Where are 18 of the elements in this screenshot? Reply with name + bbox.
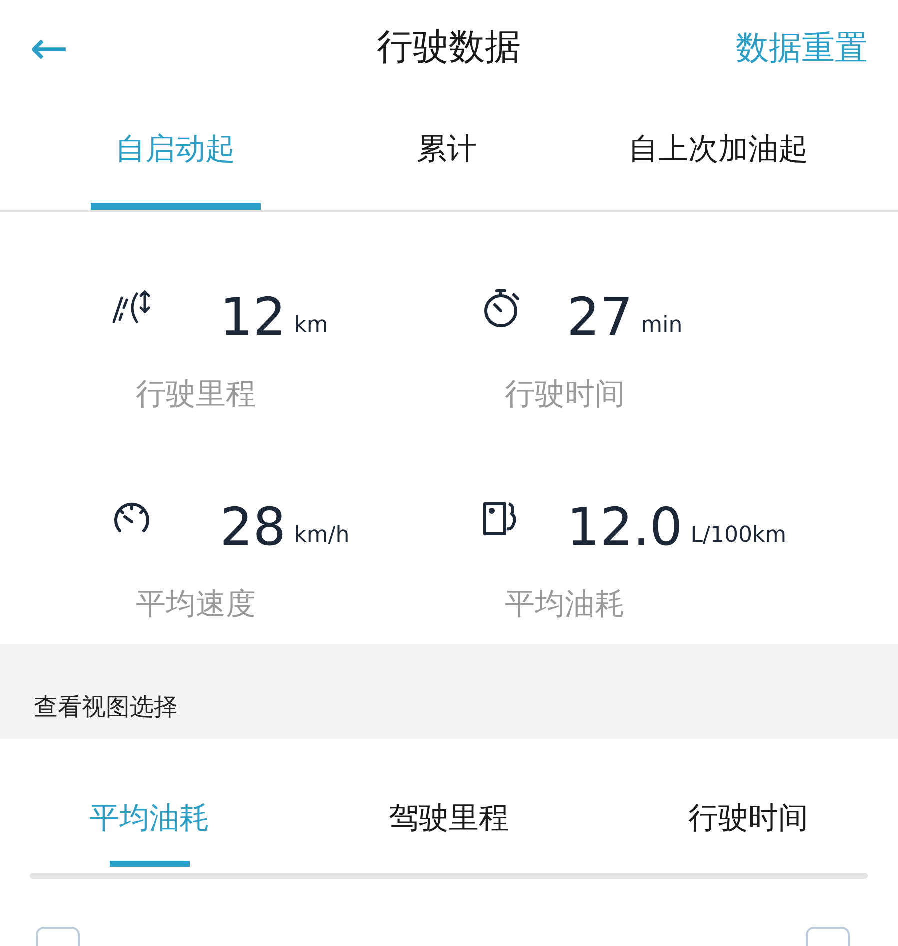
stat-label: 平均油耗 bbox=[504, 586, 626, 624]
stat-unit: L/100km bbox=[690, 522, 787, 550]
stat-value: 28 bbox=[220, 502, 286, 554]
section-title: 查看视图选择 bbox=[34, 692, 178, 722]
tab[interactable]: 累计 bbox=[416, 95, 477, 210]
stat-label: 平均速度 bbox=[135, 586, 257, 624]
stat-label: 行驶里程 bbox=[135, 376, 257, 414]
tab[interactable]: 自上次加油起 bbox=[628, 95, 808, 210]
stat-unit: min bbox=[641, 312, 683, 340]
stat-unit: km/h bbox=[294, 522, 350, 550]
page-title: 行驶数据 bbox=[377, 26, 521, 70]
stat-value: 27 bbox=[567, 292, 634, 344]
view-tab[interactable]: 驾驶里程 bbox=[388, 761, 509, 867]
view-tab[interactable]: 行驶时间 bbox=[688, 761, 808, 867]
stat-label: 行驶时间 bbox=[504, 376, 626, 414]
stat-value: 12 bbox=[220, 292, 286, 344]
stat-value: 12.0 bbox=[567, 502, 683, 554]
stat-unit: km bbox=[294, 312, 328, 340]
